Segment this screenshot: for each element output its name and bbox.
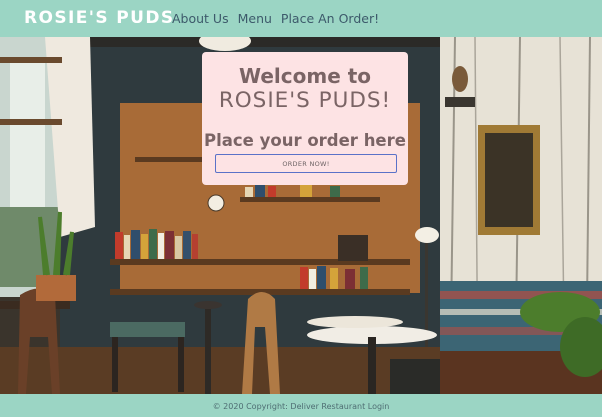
welcome-card: Welcome to ROSIE'S PUDS! Place your orde… [202,52,408,185]
footer-copyright: © 2020 Copyright: Deliver Restaurant Log… [212,402,390,411]
page: ROSIE'S PUDS About Us Menu Place An Orde… [0,0,602,417]
nav-link-menu[interactable]: Menu [238,11,272,26]
nav-link-place-order[interactable]: Place An Order! [281,11,379,26]
order-subtitle: Place your order here [204,131,406,150]
footer: © 2020 Copyright: Deliver Restaurant Log… [0,394,602,417]
nav-links: About Us Menu Place An Order! [172,11,379,26]
restaurant-name-heading: ROSIE'S PUDS! [218,88,392,113]
navbar: ROSIE'S PUDS About Us Menu Place An Orde… [0,0,602,37]
welcome-heading: Welcome to [238,64,372,88]
nav-link-about-us[interactable]: About Us [172,11,229,26]
order-now-button[interactable]: ORDER NOW! [215,154,397,173]
brand-logo[interactable]: ROSIE'S PUDS [24,8,175,28]
